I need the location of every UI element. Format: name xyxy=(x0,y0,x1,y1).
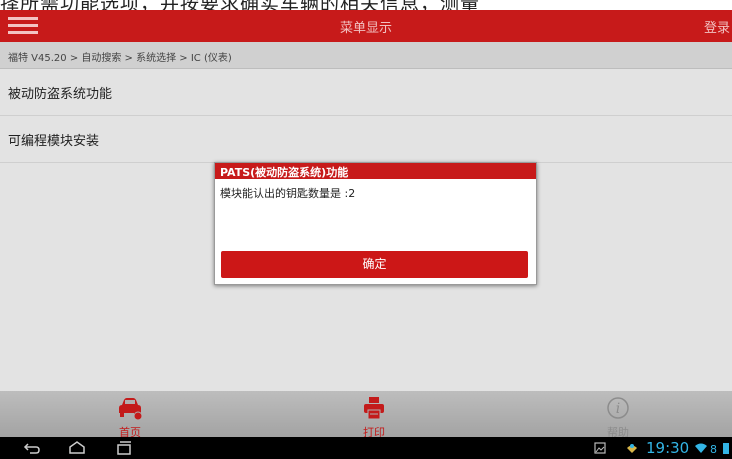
clock: 19:30 xyxy=(646,439,690,457)
menu-item-label: 被动防盗系统功能 xyxy=(8,87,113,102)
breadcrumb-path: 福特 V45.20 > 自动搜索 > 系统选择 > IC (仪表) xyxy=(8,53,232,64)
dialog-header: PATS(被动防盗系统)功能 xyxy=(215,163,536,179)
svg-text:i: i xyxy=(616,401,620,417)
nav-help-button[interactable]: i 帮助 xyxy=(558,391,678,439)
recent-apps-icon[interactable] xyxy=(114,440,134,456)
breadcrumb: 福特 V45.20 > 自动搜索 > 系统选择 > IC (仪表) xyxy=(0,42,732,69)
printer-icon xyxy=(364,397,384,420)
top-caption-text: 择所需功能选项，并按要求确实车辆的相关信息，测量 xyxy=(0,0,480,10)
back-icon[interactable] xyxy=(22,440,42,456)
top-caption-strip: 择所需功能选项，并按要求确实车辆的相关信息，测量 xyxy=(0,0,732,10)
svg-text:8: 8 xyxy=(710,443,717,454)
login-button[interactable]: 登录 xyxy=(704,17,730,36)
pats-dialog: PATS(被动防盗系统)功能 模块能认出的钥匙数量是 :2 确定 xyxy=(214,162,537,285)
menu-item-passive-anti-theft[interactable]: 被动防盗系统功能 xyxy=(0,69,732,116)
car-icon xyxy=(119,398,143,420)
ok-button[interactable]: 确定 xyxy=(221,251,528,278)
notification-icon xyxy=(627,444,637,453)
title-bar: 菜单显示 登录 xyxy=(0,10,732,42)
wifi-icon xyxy=(695,443,707,453)
home-icon[interactable] xyxy=(67,440,87,456)
page-title: 菜单显示 xyxy=(339,21,392,36)
menu-item-label: 可编程模块安装 xyxy=(8,134,100,149)
menu-item-programmable-module-install[interactable]: 可编程模块安装 xyxy=(0,116,732,163)
nav-print-button[interactable]: 打印 xyxy=(314,391,434,439)
bottom-nav: 首页 打印 i 帮助 xyxy=(0,391,732,439)
dialog-title: PATS(被动防盗系统)功能 xyxy=(220,166,349,179)
screenshot-icon xyxy=(594,442,606,454)
info-icon: i xyxy=(607,397,629,419)
dialog-message: 模块能认出的钥匙数量是 :2 xyxy=(220,187,356,200)
system-bar: 19:30 8 xyxy=(0,437,732,459)
battery-icon xyxy=(723,443,729,454)
nav-home-button[interactable]: 首页 xyxy=(70,391,190,439)
